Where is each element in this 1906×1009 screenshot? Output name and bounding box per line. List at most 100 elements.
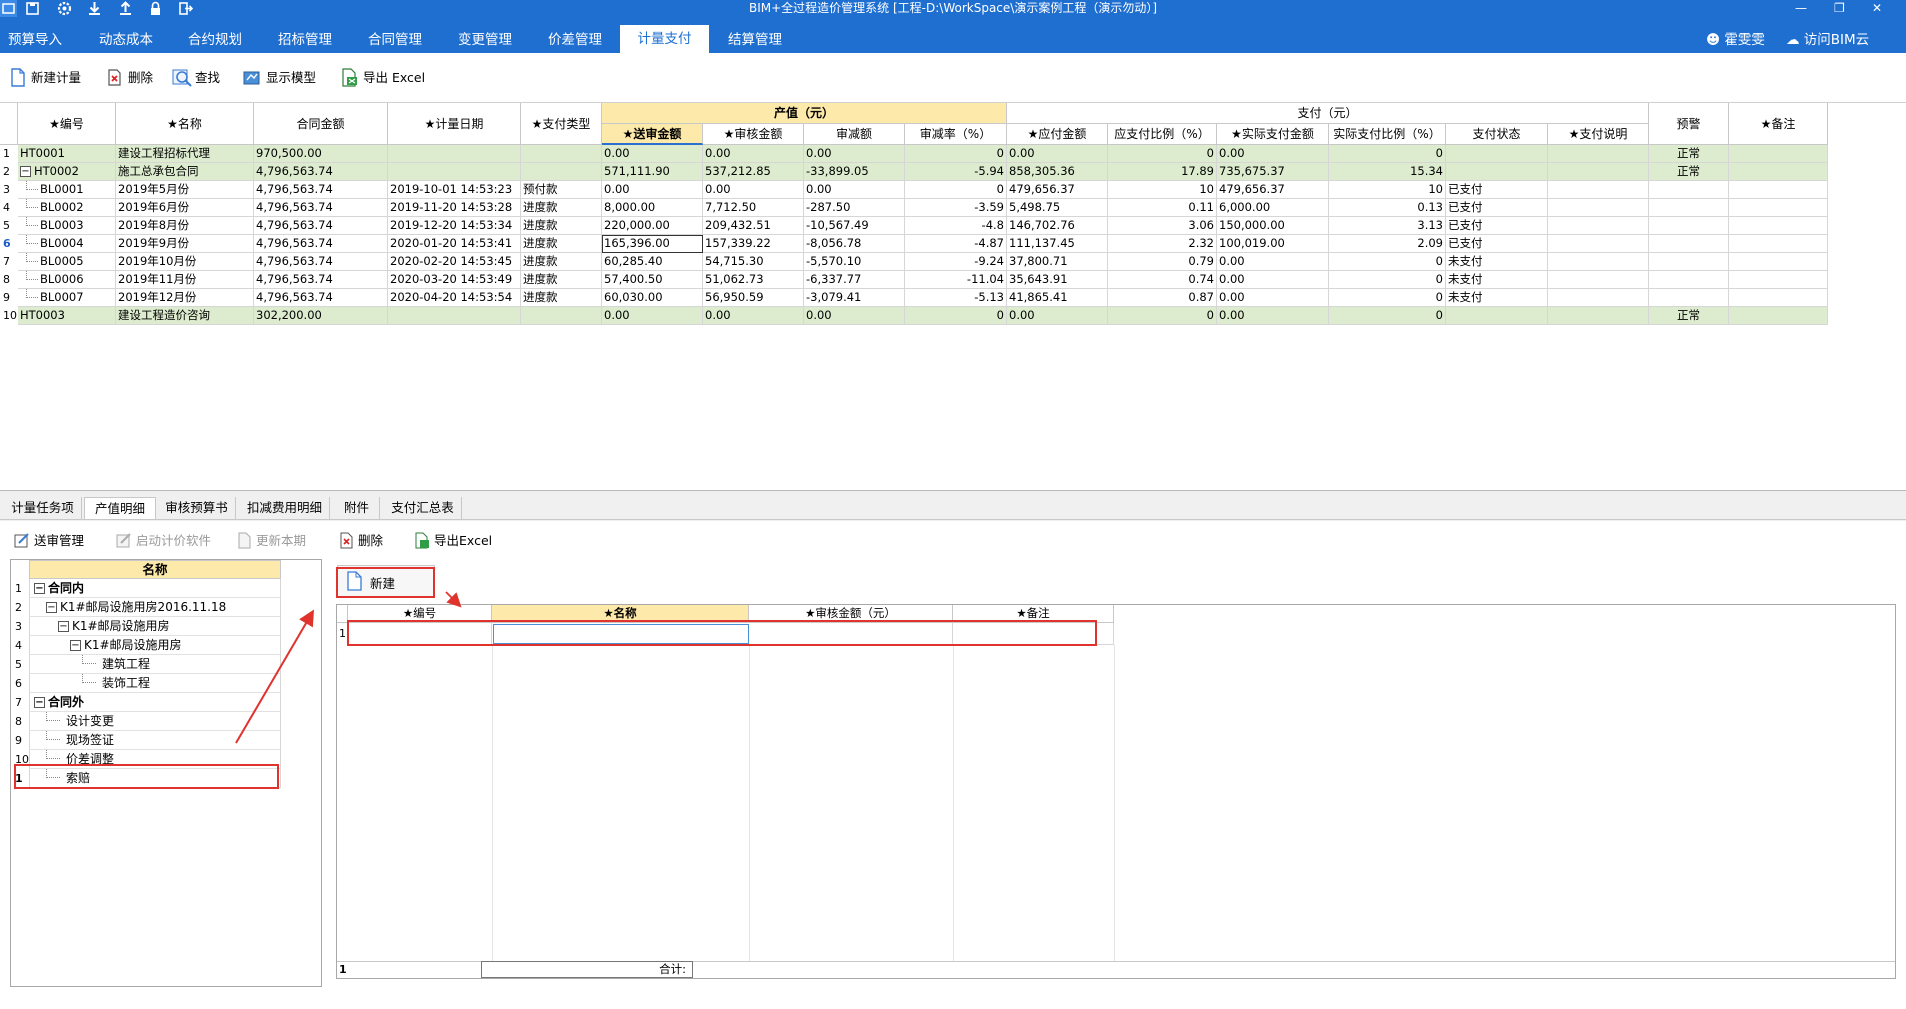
restore-icon[interactable]: ❐ (1834, 0, 1845, 16)
grid-cell-notep[interactable] (1548, 181, 1649, 199)
grid-cell-warn[interactable]: 正常 (1649, 307, 1729, 325)
grid-cell-remark[interactable] (1729, 289, 1828, 307)
grid-cell-actual[interactable]: 0.00 (1217, 307, 1329, 325)
col-warning-header[interactable]: 预警 (1649, 103, 1729, 145)
grid-cell-name[interactable]: 2019年8月份 (116, 217, 254, 235)
settings-icon[interactable] (56, 0, 73, 17)
delete-button[interactable]: 删除 (105, 67, 153, 89)
col-audited-header[interactable]: ★审核金额 (703, 124, 804, 145)
grid-cell-date[interactable] (388, 145, 521, 163)
grid-cell-remark[interactable] (1729, 217, 1828, 235)
grid-cell-rate[interactable]: 0 (905, 145, 1007, 163)
grid-cell-type[interactable] (521, 145, 602, 163)
tab-deduction-detail[interactable]: 扣减费用明细 (240, 497, 330, 519)
grid-cell-warn[interactable]: 正常 (1649, 163, 1729, 181)
grid-cell-remark[interactable] (1729, 307, 1828, 325)
grid-cell-audited[interactable]: 0.00 (703, 145, 804, 163)
col-reduction-header[interactable]: 审减额 (804, 124, 905, 145)
grid-cell-pratio[interactable]: 0 (1108, 307, 1217, 325)
grid-cell-submitted[interactable]: 57,400.50 (602, 271, 703, 289)
grid-cell-remark[interactable] (1729, 253, 1828, 271)
detail-delete-button[interactable]: 删除 (338, 531, 383, 551)
grid-cell-remark[interactable] (1729, 145, 1828, 163)
col-payable-ratio-header[interactable]: 应支付比例（%） (1108, 124, 1217, 145)
tab-attachments[interactable]: 附件 (334, 497, 380, 519)
grid-cell-date[interactable]: 2019-11-20 14:53:28 (388, 199, 521, 217)
col-actual-ratio-header[interactable]: 实际支付比例（%） (1329, 124, 1446, 145)
grid-cell-type[interactable]: 预付款 (521, 181, 602, 199)
tab-audit-budget[interactable]: 审核预算书 (158, 497, 236, 519)
grid-cell-payable[interactable]: 35,643.91 (1007, 271, 1108, 289)
grid-cell-code[interactable]: BL0002 (18, 199, 116, 217)
grid-cell-pratio[interactable]: 17.89 (1108, 163, 1217, 181)
grid-cell-pratio[interactable]: 0.74 (1108, 271, 1217, 289)
col-remark-header[interactable]: ★备注 (1729, 103, 1828, 145)
grid-cell-notep[interactable] (1548, 163, 1649, 181)
grid-cell-code[interactable]: HT0001 (18, 145, 116, 163)
grid-cell-rate[interactable]: -5.94 (905, 163, 1007, 181)
grid-cell-aratio[interactable]: 10 (1329, 181, 1446, 199)
grid-cell-actual[interactable]: 0.00 (1217, 271, 1329, 289)
grid-cell-name[interactable]: 建设工程造价咨询 (116, 307, 254, 325)
grid-cell-date[interactable]: 2020-01-20 14:53:41 (388, 235, 521, 253)
save-icon[interactable] (24, 0, 41, 17)
grid-cell-reduction[interactable]: 0.00 (804, 145, 905, 163)
grid-cell-remark[interactable] (1729, 163, 1828, 181)
download-icon[interactable] (86, 0, 103, 17)
col-code-header[interactable]: ★编号 (18, 103, 116, 145)
new-measure-button[interactable]: 新建计量 (8, 67, 81, 89)
grid-cell-aratio[interactable]: 0 (1329, 271, 1446, 289)
grid-cell-actual[interactable]: 479,656.37 (1217, 181, 1329, 199)
update-period-button[interactable]: 更新本期 (236, 531, 306, 551)
grid-cell-notep[interactable] (1548, 253, 1649, 271)
grid-cell-submitted[interactable]: 165,396.00 (602, 235, 703, 253)
grid-cell-payable[interactable]: 479,656.37 (1007, 181, 1108, 199)
grid-cell-status[interactable] (1446, 163, 1548, 181)
user-menu[interactable]: ☻ 霍雯雯 (1706, 27, 1765, 53)
grid-cell-contract[interactable]: 4,796,563.74 (254, 235, 388, 253)
grid-cell-pratio[interactable]: 3.06 (1108, 217, 1217, 235)
grid-cell-status[interactable]: 未支付 (1446, 271, 1548, 289)
grid-cell-code[interactable]: HT0003 (18, 307, 116, 325)
grid-cell-notep[interactable] (1548, 307, 1649, 325)
grid-cell-payable[interactable]: 858,305.36 (1007, 163, 1108, 181)
lock-icon[interactable] (147, 0, 164, 17)
grid-cell-actual[interactable]: 0.00 (1217, 145, 1329, 163)
grid-cell-aratio[interactable]: 0.13 (1329, 199, 1446, 217)
grid-cell-contract[interactable]: 4,796,563.74 (254, 289, 388, 307)
grid-cell-type[interactable]: 进度款 (521, 271, 602, 289)
col-date-header[interactable]: ★计量日期 (388, 103, 521, 145)
close-icon[interactable]: ✕ (1872, 0, 1882, 16)
grid-cell-rate[interactable]: -4.87 (905, 235, 1007, 253)
grid-cell-warn[interactable]: 正常 (1649, 145, 1729, 163)
grid-cell-audited[interactable]: 56,950.59 (703, 289, 804, 307)
grid-cell-pratio[interactable]: 10 (1108, 181, 1217, 199)
grid-cell-code[interactable]: BL0005 (18, 253, 116, 271)
grid-cell-date[interactable] (388, 307, 521, 325)
grid-cell-status[interactable]: 未支付 (1446, 289, 1548, 307)
grid-cell-date[interactable]: 2020-02-20 14:53:45 (388, 253, 521, 271)
grid-cell-name[interactable]: 2019年10月份 (116, 253, 254, 271)
grid-cell-name[interactable]: 2019年12月份 (116, 289, 254, 307)
grid-cell-actual[interactable]: 0.00 (1217, 289, 1329, 307)
grid-cell-date[interactable]: 2019-12-20 14:53:34 (388, 217, 521, 235)
grid-cell-notep[interactable] (1548, 217, 1649, 235)
minimize-icon[interactable]: — (1795, 0, 1807, 16)
tab-dynamic-cost[interactable]: 动态成本 (88, 27, 164, 53)
grid-cell-remark[interactable] (1729, 235, 1828, 253)
grid-cell-reduction[interactable]: -5,570.10 (804, 253, 905, 271)
grid-cell-submitted[interactable]: 571,111.90 (602, 163, 703, 181)
grid-cell-aratio[interactable]: 15.34 (1329, 163, 1446, 181)
grid-cell-actual[interactable]: 6,000.00 (1217, 199, 1329, 217)
grid-cell-status[interactable]: 已支付 (1446, 217, 1548, 235)
grid-cell-notep[interactable] (1548, 271, 1649, 289)
grid-cell-status[interactable]: 已支付 (1446, 235, 1548, 253)
grid-cell-name[interactable]: 建设工程招标代理 (116, 145, 254, 163)
grid-cell-payable[interactable]: 41,865.41 (1007, 289, 1108, 307)
upload-icon[interactable] (117, 0, 134, 17)
grid-cell-payable[interactable]: 37,800.71 (1007, 253, 1108, 271)
grid-cell-reduction[interactable]: -8,056.78 (804, 235, 905, 253)
grid-cell-name[interactable]: 施工总承包合同 (116, 163, 254, 181)
col-name-header[interactable]: ★名称 (116, 103, 254, 145)
collapse-icon[interactable]: − (20, 166, 31, 177)
